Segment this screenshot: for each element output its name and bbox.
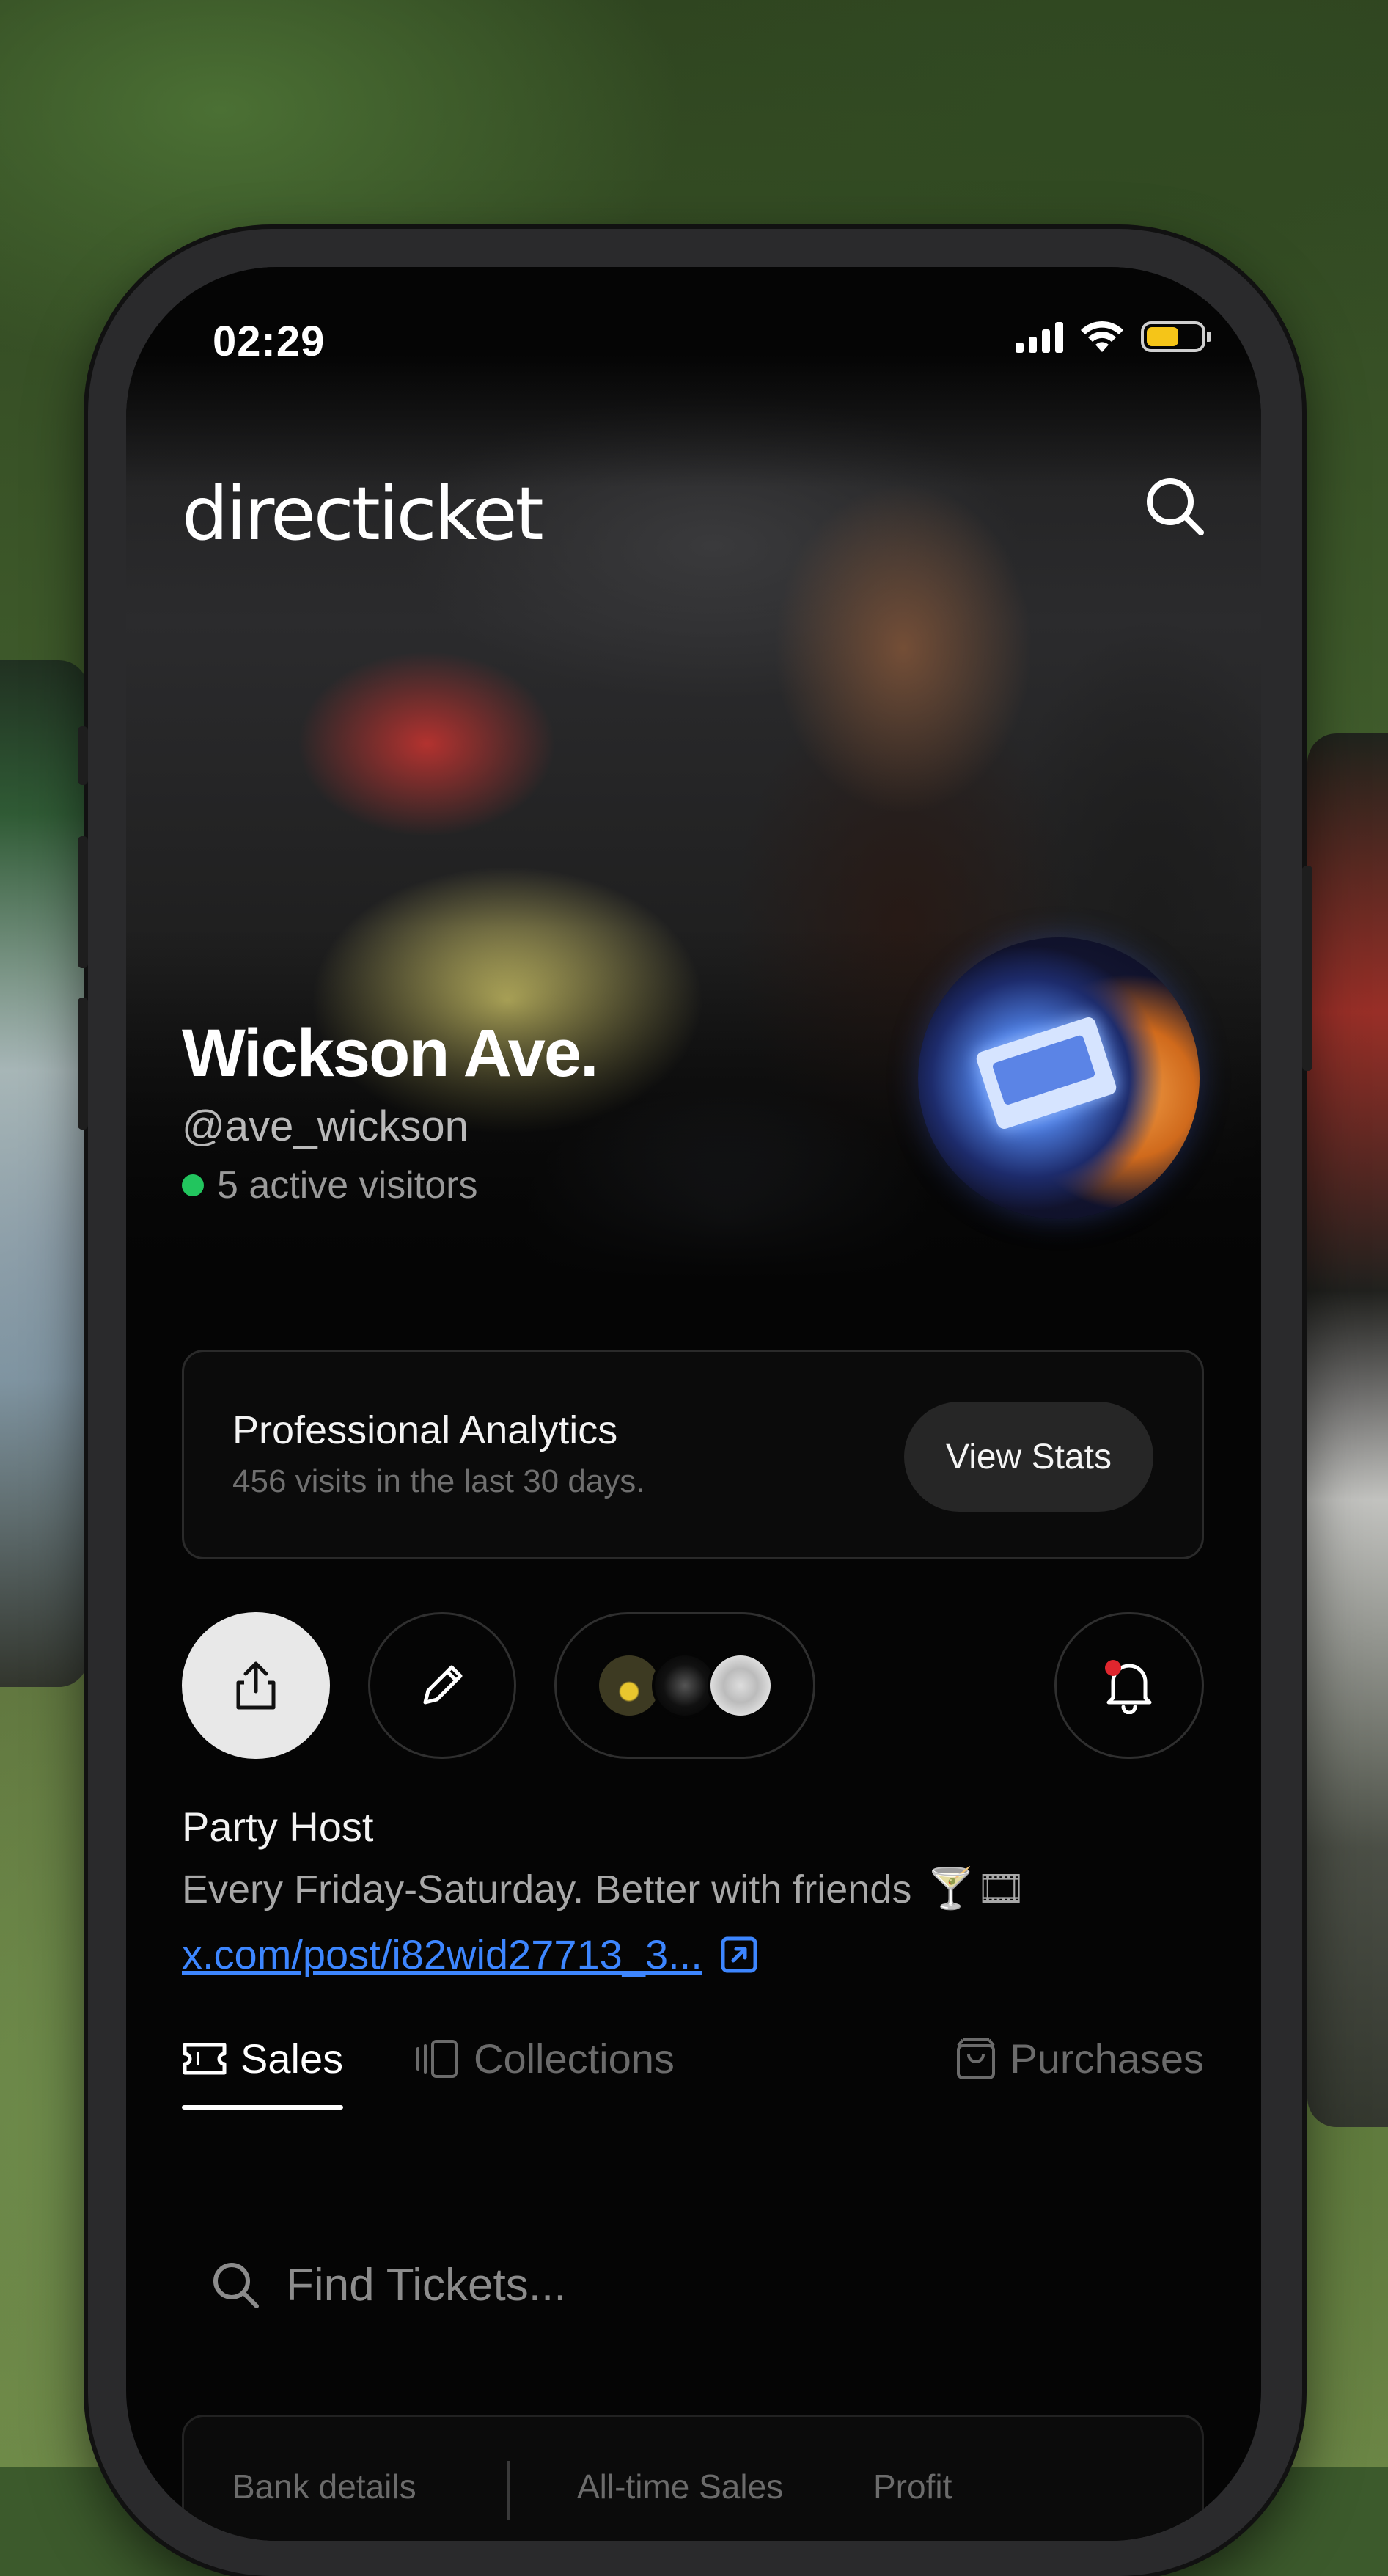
all-time-sales-label: All-time Sales — [577, 2467, 784, 2506]
share-button[interactable] — [182, 1612, 330, 1759]
online-dot-icon — [182, 1174, 204, 1196]
profile-link[interactable]: x.com/post/i82wid27713_3... — [182, 1931, 758, 1978]
notification-dot — [1105, 1660, 1121, 1676]
analytics-subtitle: 456 visits in the last 30 days. — [232, 1463, 645, 1499]
bio-text: Every Friday-Saturday. Better with frien… — [182, 1867, 912, 1911]
edit-button[interactable] — [368, 1612, 516, 1759]
tab-collections-label: Collections — [474, 2035, 675, 2082]
phone-action-button — [78, 726, 88, 785]
external-link-icon[interactable] — [720, 1936, 758, 1974]
tab-sales-label: Sales — [240, 2035, 344, 2082]
search-icon — [213, 2263, 259, 2308]
analytics-title: Professional Analytics — [232, 1408, 618, 1452]
profile-handle: @ave_wickson — [182, 1102, 469, 1150]
analytics-card: Professional Analytics 456 visits in the… — [182, 1350, 1204, 1559]
phone-volume-down — [78, 998, 88, 1130]
search-icon[interactable] — [1142, 474, 1205, 537]
divider — [507, 2461, 510, 2520]
background-person-left — [0, 660, 88, 1687]
status-icons — [1016, 320, 1211, 354]
notifications-button[interactable] — [1054, 1612, 1204, 1759]
app-logo[interactable]: directicket — [182, 471, 544, 557]
view-stats-button[interactable]: View Stats — [904, 1402, 1153, 1512]
phone-volume-up — [78, 836, 88, 968]
profit-label: Profit — [873, 2467, 952, 2506]
bio-emoji: 🍸🎞 — [926, 1867, 1027, 1911]
profile-bio: Every Friday-Saturday. Better with frien… — [182, 1866, 1026, 1912]
bank-details-label[interactable]: Bank details — [232, 2467, 416, 2506]
tab-sales[interactable]: Sales — [182, 2035, 343, 2082]
active-tab-indicator — [182, 2105, 343, 2110]
profile-role: Party Host — [182, 1804, 374, 1850]
sales-summary-card: Bank details All-time Sales Profit — [182, 2415, 1204, 2541]
ticket-icon — [183, 2043, 227, 2074]
tab-purchases[interactable]: Purchases — [955, 2035, 1204, 2082]
phone-screen: 02:29 directicket Wickson Ave. @ave_wick… — [126, 267, 1261, 2541]
battery-icon — [1141, 321, 1211, 352]
signal-icon — [1016, 321, 1063, 353]
follower-avatar — [708, 1653, 774, 1719]
find-tickets-search[interactable] — [182, 2230, 1204, 2340]
pencil-icon — [423, 1665, 463, 1705]
profile-name: Wickson Ave. — [182, 1016, 599, 1091]
active-visitors-label: 5 active visitors — [217, 1164, 478, 1207]
profile-avatar[interactable] — [918, 937, 1200, 1219]
wifi-icon — [1081, 321, 1123, 352]
bag-icon — [957, 2038, 996, 2079]
profile-tabs: Sales Collections Purchases — [182, 2035, 1204, 2123]
tab-collections[interactable]: Collections — [415, 2035, 675, 2082]
tab-purchases-label: Purchases — [1010, 2035, 1204, 2082]
hero-top-fade — [126, 267, 1261, 487]
profile-link-text[interactable]: x.com/post/i82wid27713_3... — [182, 1931, 702, 1978]
status-time: 02:29 — [213, 318, 326, 365]
find-tickets-input[interactable] — [284, 2258, 947, 2312]
phone-power-button — [1302, 866, 1312, 1071]
collections-icon — [416, 2039, 458, 2078]
followers-avatars-button[interactable] — [554, 1612, 815, 1759]
share-icon — [236, 1661, 276, 1710]
background-person-right — [1307, 733, 1388, 2127]
active-visitors: 5 active visitors — [182, 1163, 477, 1207]
